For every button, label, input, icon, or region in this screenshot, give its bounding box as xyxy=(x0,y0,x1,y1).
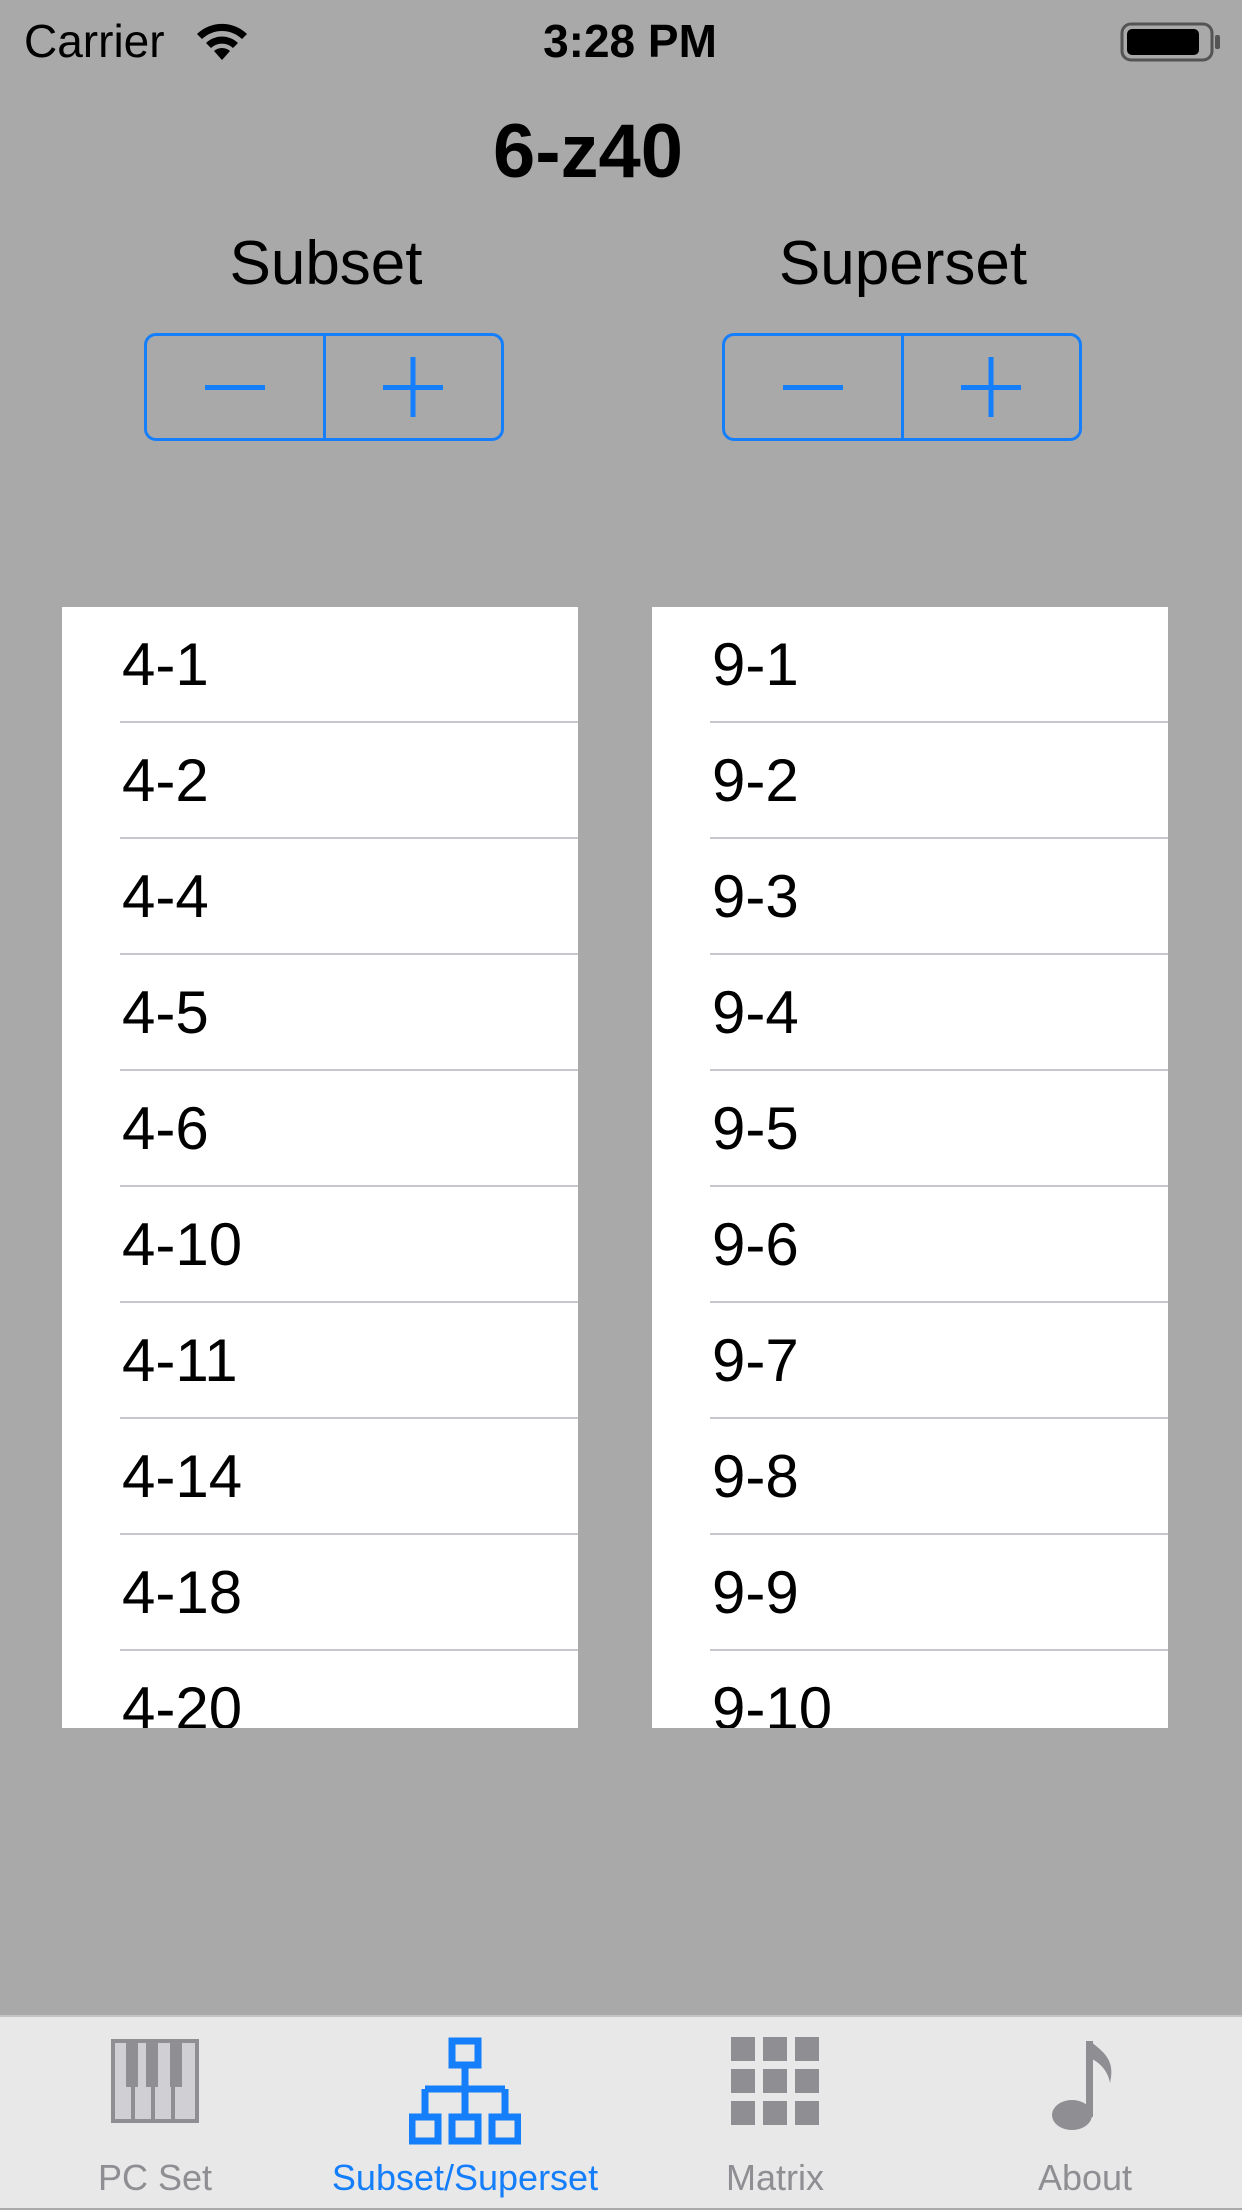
grid-icon xyxy=(731,2037,819,2125)
superset-list-item[interactable]: 9-5 xyxy=(652,1071,1168,1187)
tab-label: PC Set xyxy=(97,2157,213,2198)
superset-list-item[interactable]: 9-8 xyxy=(652,1419,1168,1535)
music-note-icon xyxy=(1052,2041,1112,2130)
subset-list-item[interactable]: 4-14 xyxy=(62,1419,578,1535)
superset-stepper[interactable] xyxy=(722,333,1082,441)
tab-matrix[interactable]: Matrix xyxy=(620,2017,930,2210)
tab-pc-set[interactable]: PC Set xyxy=(0,2017,310,2210)
status-bar: Carrier 3:28 PM xyxy=(0,0,1242,84)
subset-list-item[interactable]: 4-5 xyxy=(62,955,578,1071)
superset-decrement-button[interactable] xyxy=(725,336,901,438)
subset-increment-button[interactable] xyxy=(322,336,502,438)
tab-bar: PC Set Subset/Superset Matrix About xyxy=(0,2015,1242,2208)
clock: 3:28 PM xyxy=(0,14,1242,68)
subset-list-item[interactable]: 4-2 xyxy=(62,723,578,839)
subset-list-item[interactable]: 4-18 xyxy=(62,1535,578,1651)
subset-list-item[interactable]: 4-11 xyxy=(62,1303,578,1419)
superset-increment-button[interactable] xyxy=(900,336,1080,438)
subset-list-item[interactable]: 4-20 xyxy=(62,1651,578,1728)
subset-stepper[interactable] xyxy=(144,333,504,441)
subset-label: Subset xyxy=(229,229,423,298)
tab-subset-superset[interactable]: Subset/Superset xyxy=(310,2017,620,2210)
plus-icon xyxy=(383,357,444,417)
superset-list-item[interactable]: 9-1 xyxy=(652,607,1168,723)
superset-list-item[interactable]: 9-3 xyxy=(652,839,1168,955)
minus-icon xyxy=(782,385,843,390)
tab-label: Subset/Superset xyxy=(331,2157,599,2198)
hierarchy-icon xyxy=(409,2037,521,2145)
minus-icon xyxy=(204,385,265,390)
subset-decrement-button[interactable] xyxy=(147,336,323,438)
set-title: 6-z40 xyxy=(492,109,684,194)
superset-list-item[interactable]: 9-7 xyxy=(652,1303,1168,1419)
subset-list-item[interactable]: 4-6 xyxy=(62,1071,578,1187)
clock-time: 3:28 PM xyxy=(543,15,717,67)
superset-list-item[interactable]: 9-9 xyxy=(652,1535,1168,1651)
battery-icon xyxy=(1120,22,1220,62)
tab-about[interactable]: About xyxy=(930,2017,1240,2210)
subset-list-item[interactable]: 4-4 xyxy=(62,839,578,955)
plus-icon xyxy=(961,357,1022,417)
superset-list[interactable]: 9-1 9-2 9-3 9-4 9-5 9-6 9-7 9-8 9-9 9-10 xyxy=(652,607,1168,1728)
tab-label: Matrix xyxy=(726,2157,824,2198)
superset-list-item[interactable]: 9-2 xyxy=(652,723,1168,839)
subset-list-item[interactable]: 4-1 xyxy=(62,607,578,723)
piano-keys-icon xyxy=(111,2039,199,2123)
superset-list-item[interactable]: 9-10 xyxy=(652,1651,1168,1728)
superset-list-item[interactable]: 9-4 xyxy=(652,955,1168,1071)
superset-list-item[interactable]: 9-6 xyxy=(652,1187,1168,1303)
tab-label: About xyxy=(1037,2157,1133,2198)
subset-list[interactable]: 4-1 4-2 4-4 4-5 4-6 4-10 4-11 4-14 4-18 … xyxy=(62,607,578,1728)
superset-label: Superset xyxy=(778,229,1028,298)
subset-list-item[interactable]: 4-10 xyxy=(62,1187,578,1303)
